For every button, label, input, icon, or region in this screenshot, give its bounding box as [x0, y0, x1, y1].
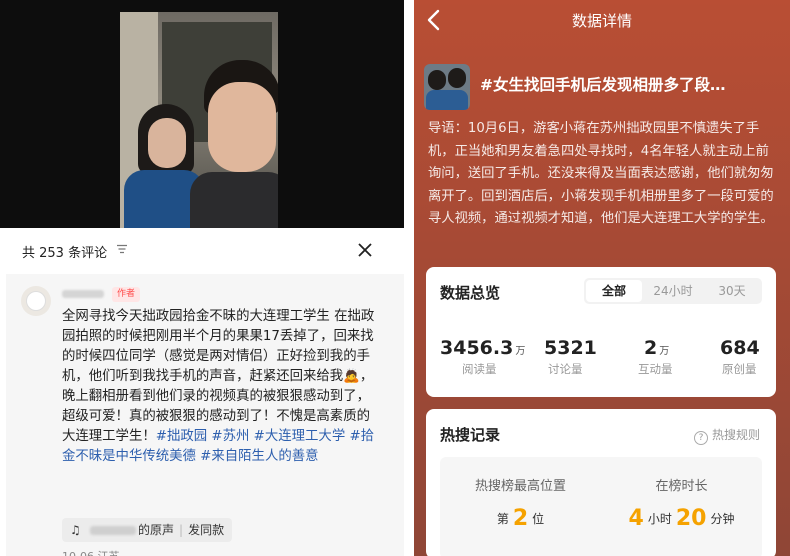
sort-icon[interactable] [116, 243, 128, 255]
close-icon[interactable] [356, 241, 374, 259]
tab-30d[interactable]: 30天 [704, 280, 760, 302]
data-detail-screen: 数据详情 #女生找回手机后发现相册多了段… 导语：10月6日，游客小蒋在苏州拙政… [414, 0, 790, 556]
peak-rank: 热搜榜最高位置 第2位 [474, 479, 566, 531]
author-badge: 作者 [112, 287, 141, 302]
comment-sheet: 共 253 条评论 作者 全网寻找今天拙政园拾金不昧的大连理工学生 在拙政园拍照… [6, 228, 404, 556]
username-blurred[interactable] [62, 290, 104, 298]
tab-24h[interactable]: 24小时 [645, 280, 701, 302]
topic-thumbnail [424, 64, 470, 110]
hot-search-rule-link[interactable]: ? 热搜规则 [694, 426, 760, 445]
comment-count: 共 253 条评论 [22, 246, 108, 261]
on-list-duration: 在榜时长 4 小时 20 分钟 [628, 479, 735, 531]
sound-owner-blurred [90, 526, 136, 535]
comment-item: 作者 全网寻找今天拙政园拾金不昧的大连理工学生 在拙政园拍照的时候把刚用半个月的… [6, 274, 404, 556]
comment-sheet-header: 共 253 条评论 [6, 228, 404, 272]
comment-text: 全网寻找今天拙政园拾金不昧的大连理工学生 在拙政园拍照的时候把刚用半个月的果果1… [62, 309, 375, 464]
avatar[interactable] [21, 286, 51, 316]
page-title: 数据详情 [571, 12, 632, 30]
tab-all[interactable]: 全部 [586, 280, 642, 302]
topic-intro: 导语：10月6日，游客小蒋在苏州拙政园里不慎遗失了手机，正当她和男友着急四处寻找… [428, 121, 774, 226]
data-overview-card: 数据总览 全部 24小时 30天 3456.3 万 阅读量 5321 讨论量 2万… [426, 267, 776, 397]
stat-reads: 3456.3 万 阅读量 [440, 337, 526, 376]
range-tabs: 全部 24小时 30天 [584, 278, 762, 304]
original-sound-chip[interactable]: ♫ 的原声 | 发同款 [62, 518, 233, 542]
comment-screen: 共 253 条评论 作者 全网寻找今天拙政园拾金不昧的大连理工学生 在拙政园拍照… [0, 0, 404, 556]
video-frame [120, 12, 278, 228]
comment-date-location: 10-06 江苏 [62, 548, 119, 556]
music-note-icon: ♫ [70, 523, 81, 537]
overview-title: 数据总览 [440, 284, 501, 302]
video-player[interactable] [0, 0, 404, 228]
stat-discussions: 5321 讨论量 [544, 337, 597, 376]
hot-search-card: 热搜记录 ? 热搜规则 热搜榜最高位置 第2位 在榜时长 4 小时 20 分钟 [426, 409, 776, 556]
hot-search-title: 热搜记录 [440, 426, 501, 444]
stat-interactions: 2万 互动量 [638, 337, 673, 376]
use-sound-button[interactable]: 发同款 [188, 523, 224, 537]
question-icon: ? [694, 431, 708, 445]
hot-search-stats: 热搜榜最高位置 第2位 在榜时长 4 小时 20 分钟 [440, 457, 762, 556]
stat-originals: 684 原创量 [720, 337, 760, 376]
topic-title: #女生找回手机后发现相册多了段… [480, 76, 726, 94]
